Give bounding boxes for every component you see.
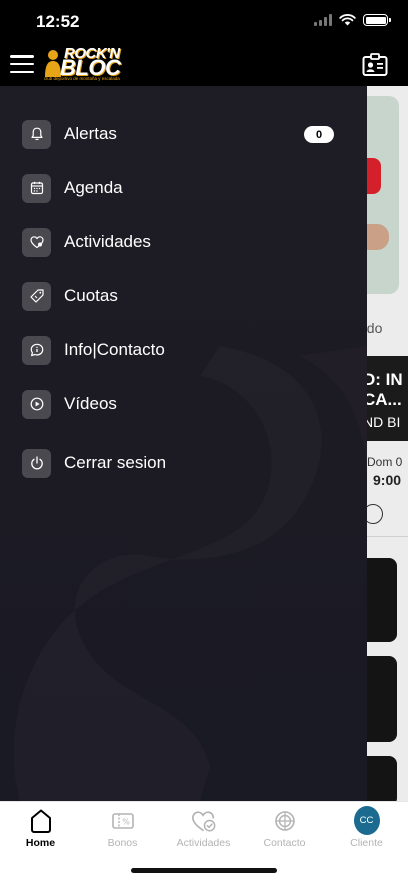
tab-label-actividades: Actividades (176, 837, 231, 849)
status-icons (314, 14, 391, 26)
power-icon (22, 448, 51, 478)
tab-label-bonos: Bonos (107, 837, 138, 849)
rocknbloc-logo: ROCK'N BLOC club deportivo de montaña y … (40, 44, 124, 84)
event-card-line2: CA... (367, 390, 402, 409)
ticket-icon (22, 281, 51, 311)
heart-check-icon (191, 808, 217, 834)
tab-cliente[interactable]: CC Cliente (326, 805, 407, 854)
menu-item-cuotas[interactable]: Cuotas (22, 280, 342, 312)
voucher-icon: % (110, 808, 136, 834)
tab-label-home: Home (25, 837, 56, 849)
calendar-icon (22, 173, 51, 203)
tab-label-contacto: Contacto (263, 837, 306, 849)
menu-item-actividades[interactable]: Actividades (22, 226, 342, 258)
filter-label: odo (367, 320, 383, 336)
status-time: 12:52 (36, 12, 80, 31)
chat-info-icon (22, 335, 51, 365)
tab-bonos[interactable]: % Bonos (82, 808, 163, 854)
list-card (367, 756, 397, 801)
heart-icon (22, 227, 51, 257)
menu-label-videos: Vídeos (64, 394, 117, 413)
menu-label-cerrar-sesion: Cerrar sesion (64, 453, 167, 472)
wifi-icon (339, 14, 356, 26)
tab-contacto[interactable]: Contacto (244, 808, 325, 854)
menu-item-videos[interactable]: Vídeos (22, 388, 342, 420)
cellular-signal-icon (314, 14, 332, 26)
menu-item-agenda[interactable]: Agenda (22, 172, 342, 204)
background-content: odo D: IN CA... ND BI Dom 0 9:00 (367, 86, 408, 801)
event-day: Dom 0 (367, 455, 403, 469)
share-icon (367, 504, 383, 524)
avatar-initials: CC (353, 805, 380, 835)
home-icon (28, 808, 54, 834)
svg-text:%: % (122, 818, 130, 827)
globe-icon (272, 808, 298, 834)
event-card-line1: D: IN (367, 370, 403, 389)
id-card-button[interactable] (362, 53, 388, 77)
list-card (367, 558, 397, 642)
home-indicator[interactable] (131, 868, 277, 873)
status-bar: 12:52 (0, 0, 408, 44)
list-card (367, 656, 397, 742)
event-card-line3: ND BI (367, 414, 401, 430)
play-icon (22, 389, 51, 419)
tab-home[interactable]: Home (0, 808, 81, 854)
logo-subtitle: club deportivo de montaña y escalada (44, 76, 120, 81)
featured-card-image (367, 96, 399, 294)
menu-label-cuotas: Cuotas (64, 286, 118, 305)
event-hour: 9:00 (373, 472, 402, 488)
menu-label-info-contacto: Info|Contacto (64, 340, 165, 359)
menu-label-agenda: Agenda (64, 178, 123, 197)
menu-item-cerrar-sesion[interactable]: Cerrar sesion (22, 447, 342, 479)
tab-actividades[interactable]: Actividades (163, 808, 244, 854)
menu-label-actividades: Actividades (64, 232, 151, 251)
battery-icon (363, 14, 391, 26)
menu-label-alertas: Alertas (64, 124, 117, 143)
avatar: CC (353, 805, 380, 835)
tab-label-cliente: Cliente (350, 837, 383, 849)
bell-icon (22, 119, 51, 149)
menu-toggle-button[interactable] (10, 54, 34, 74)
app-header: ROCK'N BLOC club deportivo de montaña y … (0, 44, 408, 86)
event-card: D: IN CA... ND BI (367, 356, 408, 441)
menu-item-alertas[interactable]: Alertas 0 (22, 118, 342, 150)
menu-item-info-contacto[interactable]: Info|Contacto (22, 334, 342, 366)
side-drawer: Alertas 0 Agenda Actividades Cuotas Info… (0, 86, 367, 801)
alerts-count-badge: 0 (304, 126, 334, 143)
